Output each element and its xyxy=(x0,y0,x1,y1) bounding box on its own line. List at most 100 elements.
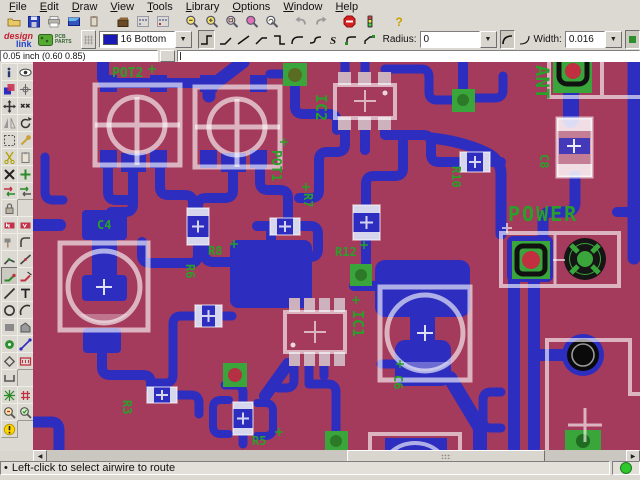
library-icon[interactable] xyxy=(115,15,131,29)
add-tool-button[interactable] xyxy=(17,165,34,183)
text-tool-button[interactable] xyxy=(17,284,34,302)
print-icon[interactable] xyxy=(46,15,62,29)
width-select[interactable]: 0.016 ▼ xyxy=(565,31,622,48)
move-tool-button[interactable] xyxy=(1,97,18,115)
miter-tool-button[interactable] xyxy=(17,233,34,251)
open-icon[interactable] xyxy=(6,15,22,29)
arc-ccw-button[interactable] xyxy=(500,30,515,49)
stop-icon[interactable] xyxy=(342,15,358,29)
auto-router-tool-button[interactable] xyxy=(17,386,34,404)
zoom-out-icon[interactable] xyxy=(184,15,200,29)
zoom-fit-icon[interactable] xyxy=(224,15,240,29)
mark-tool-button[interactable] xyxy=(17,80,34,98)
redo-icon[interactable] xyxy=(313,15,329,29)
value-tool-button[interactable] xyxy=(17,216,34,234)
thumb-grip-icon xyxy=(441,454,451,459)
lock-tool-button[interactable] xyxy=(1,199,18,217)
info-tool-button[interactable] xyxy=(1,63,18,81)
menu-draw[interactable]: Draw xyxy=(67,1,106,13)
layer-dropdown-arrow[interactable]: ▼ xyxy=(175,31,192,48)
select-layer-icon[interactable] xyxy=(135,15,151,29)
polygon-tool-button[interactable] xyxy=(17,318,34,336)
rotate-tool-button[interactable] xyxy=(17,114,34,132)
zoom-in-icon[interactable] xyxy=(204,15,220,29)
drc-tool-button[interactable] xyxy=(1,403,18,421)
menu-help[interactable]: Help xyxy=(330,1,366,13)
errors-tool-button[interactable] xyxy=(1,420,18,438)
resistor-r3 xyxy=(147,387,177,403)
display-tool-button[interactable] xyxy=(1,80,18,98)
label-r8: R8 xyxy=(208,244,222,258)
menu-file[interactable]: File xyxy=(4,1,35,13)
bend-corner-90-after-button[interactable] xyxy=(272,31,287,48)
group-tool-button[interactable] xyxy=(1,131,18,149)
bend-free-arc-button[interactable] xyxy=(308,31,323,48)
grid-button[interactable] xyxy=(81,30,96,49)
smash-tool-button[interactable] xyxy=(1,233,18,251)
split-tool-button[interactable] xyxy=(1,250,18,268)
copy-tool-button[interactable] xyxy=(17,97,34,115)
bend-corner-45-start-button[interactable] xyxy=(254,31,269,48)
command-input[interactable] xyxy=(177,50,640,62)
route-tool-button[interactable] xyxy=(1,267,18,285)
select-mask-icon[interactable] xyxy=(155,15,171,29)
menu-library[interactable]: Library xyxy=(181,1,228,13)
width-dropdown-arrow[interactable]: ▼ xyxy=(605,31,622,48)
menu-options[interactable]: Options xyxy=(227,1,278,13)
circle-tool-button[interactable] xyxy=(1,301,18,319)
arc-tool-button[interactable] xyxy=(17,301,34,319)
menu-view[interactable]: View xyxy=(105,1,142,13)
mirror-tool-button[interactable] xyxy=(1,114,18,132)
clipboard-icon[interactable] xyxy=(86,15,102,29)
signal-tool-button[interactable] xyxy=(17,335,34,353)
menu-tools[interactable]: Tools xyxy=(142,1,181,13)
hole-tool-button[interactable] xyxy=(1,352,18,370)
bend-spline-button[interactable]: S xyxy=(326,31,341,48)
cut-tool-button[interactable] xyxy=(1,148,18,166)
bend-corner-45-end-button[interactable] xyxy=(218,31,233,48)
arc-cw-button[interactable] xyxy=(518,31,531,48)
radius-dropdown-arrow[interactable]: ▼ xyxy=(480,31,497,48)
layer-select[interactable]: 16 Bottom ▼ xyxy=(99,31,192,48)
miter-straight-button[interactable] xyxy=(362,31,377,48)
ripup-tool-button[interactable] xyxy=(17,267,34,285)
paste-tool-button[interactable] xyxy=(17,148,34,166)
coordinate-mode-button[interactable] xyxy=(160,50,175,62)
horizontal-scrollbar[interactable]: ◀ ▶ xyxy=(33,450,640,461)
cam-processor-icon[interactable] xyxy=(66,15,82,29)
miter-round-button[interactable] xyxy=(344,31,359,48)
traffic-light-icon[interactable] xyxy=(362,15,378,29)
scrollbar-track[interactable] xyxy=(47,450,626,461)
menu-window[interactable]: Window xyxy=(278,1,330,13)
bend-arc-90-button[interactable] xyxy=(290,31,305,48)
help-icon[interactable]: ? xyxy=(391,15,407,29)
change-tool-button[interactable] xyxy=(17,131,34,149)
bend-corner-90-before-button[interactable] xyxy=(198,30,215,49)
radius-select[interactable]: 0 ▼ xyxy=(420,31,497,48)
name-tool-button[interactable] xyxy=(1,216,18,234)
rect-tool-button[interactable] xyxy=(1,318,18,336)
via-square-button[interactable] xyxy=(625,30,640,49)
label-r3: R3 xyxy=(120,400,134,414)
bend-diagonal-button[interactable] xyxy=(236,31,251,48)
menu-edit[interactable]: Edit xyxy=(35,1,67,13)
wire-tool-button[interactable] xyxy=(1,284,18,302)
meander-tool-button[interactable] xyxy=(1,369,18,387)
attribute-tool-button[interactable] xyxy=(17,352,34,370)
board-canvas[interactable]: POT2 POT1 IC2 ANT R10 C8 POWER C4 R8 R7 … xyxy=(33,62,640,450)
zoom-redraw-icon[interactable] xyxy=(264,15,280,29)
zoom-select-icon[interactable] xyxy=(244,15,260,29)
save-icon[interactable] xyxy=(26,15,42,29)
erc-tool-button[interactable] xyxy=(17,403,34,421)
pinswap-tool-button[interactable] xyxy=(1,182,18,200)
ratsnest-tool-button[interactable] xyxy=(1,386,18,404)
label-power: POWER xyxy=(508,202,578,226)
show-tool-button[interactable] xyxy=(17,63,34,81)
pcb-parts-icon[interactable]: PCBPARTS xyxy=(38,34,72,46)
delete-tool-button[interactable] xyxy=(1,165,18,183)
optimize-tool-button[interactable] xyxy=(17,250,34,268)
via-tool-button[interactable] xyxy=(1,335,18,353)
gateswap-tool-button[interactable] xyxy=(17,182,34,200)
undo-icon[interactable] xyxy=(293,15,309,29)
svg-text:?: ? xyxy=(396,15,403,28)
